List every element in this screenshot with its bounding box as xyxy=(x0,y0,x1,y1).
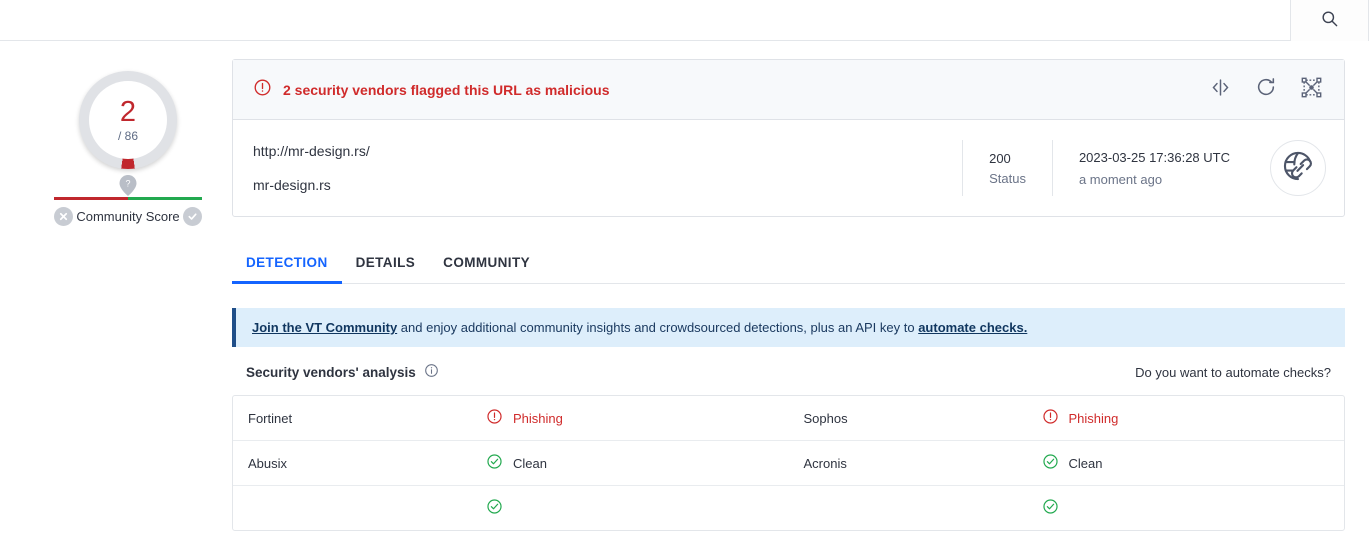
detection-gauge: 2 / 86 xyxy=(79,71,177,169)
malicious-icon xyxy=(1042,408,1059,428)
status-label: Status xyxy=(989,170,1026,186)
community-score-label: Community Score xyxy=(76,209,180,224)
exclamation-circle-icon xyxy=(253,78,272,102)
vendor-result-cell xyxy=(789,486,1345,530)
vendor-verdict: Phishing xyxy=(1042,408,1119,428)
vendor-result-cell: Abusix Clean xyxy=(233,441,789,485)
clean-icon xyxy=(486,453,503,473)
clean-icon xyxy=(1042,498,1059,518)
vendor-name: Abusix xyxy=(248,455,288,471)
globe-link-icon xyxy=(1281,149,1315,188)
community-score: ? Community Score xyxy=(54,175,202,226)
table-row: Fortinet Phishing Sophos Phishing xyxy=(233,396,1344,441)
table-row xyxy=(233,486,1344,530)
community-downvote-button[interactable] xyxy=(54,207,73,226)
community-score-positive-range xyxy=(128,197,202,200)
vendor-result-cell: Sophos Phishing xyxy=(789,396,1345,440)
vendor-verdict: Clean xyxy=(486,453,547,473)
malicious-icon xyxy=(486,408,503,428)
section-tabs: DETECTION DETAILS COMMUNITY xyxy=(232,245,1345,284)
top-navigation-bar xyxy=(0,0,1369,41)
community-score-negative-range xyxy=(54,197,128,200)
scan-date: 2023-03-25 17:36:28 UTC xyxy=(1078,149,1230,165)
reanalyze-icon[interactable] xyxy=(1255,76,1277,103)
info-icon[interactable] xyxy=(424,363,439,381)
tab-detection[interactable]: DETECTION xyxy=(232,245,342,284)
verdict-label: Clean xyxy=(513,455,547,471)
scan-relative-time: a moment ago xyxy=(1078,171,1163,187)
vendor-name: Sophos xyxy=(803,410,848,426)
target-url: http://mr-design.rs/ xyxy=(253,143,370,159)
vendors-title-text: Security vendors' analysis xyxy=(246,364,416,380)
table-row: Abusix Clean Acronis Clean xyxy=(233,441,1344,486)
automate-checks-link[interactable]: automate checks. xyxy=(918,320,1027,335)
community-upvote-button[interactable] xyxy=(183,207,202,226)
community-score-marker-icon: ? xyxy=(119,175,137,196)
scan-timestamp: 2023-03-25 17:36:28 UTC a moment ago xyxy=(1053,150,1256,187)
vendor-verdict xyxy=(486,498,513,518)
target-domain: mr-design.rs xyxy=(253,177,331,193)
security-vendors-table: Fortinet Phishing Sophos Phishing Abusix… xyxy=(232,395,1345,531)
vendor-result-cell: Fortinet Phishing xyxy=(233,396,789,440)
verdict-label: Phishing xyxy=(1068,410,1119,426)
vendor-verdict xyxy=(1042,498,1069,518)
scan-summary-card: 2 security vendors flagged this URL as m… xyxy=(232,59,1345,217)
verdict-label: Clean xyxy=(1068,455,1103,471)
detection-total: / 86 xyxy=(117,129,138,143)
vendor-name: Acronis xyxy=(803,455,847,471)
search-button[interactable] xyxy=(1290,0,1369,41)
vendor-verdict: Clean xyxy=(1042,453,1103,473)
vendor-verdict: Phishing xyxy=(486,408,563,428)
main-column: 2 security vendors flagged this URL as m… xyxy=(232,59,1345,531)
community-join-banner: Join the VT Community and enjoy addition… xyxy=(232,308,1345,347)
search-icon xyxy=(1320,9,1339,33)
clean-icon xyxy=(486,498,503,518)
scan-target-details: http://mr-design.rs/ mr-design.rs 200 St… xyxy=(233,120,1344,216)
tab-community[interactable]: COMMUNITY xyxy=(429,245,544,284)
http-status: 200 Status xyxy=(963,151,1052,186)
vendor-result-cell: Acronis Clean xyxy=(789,441,1345,485)
svg-text:?: ? xyxy=(125,179,130,189)
automate-checks-prompt[interactable]: Do you want to automate checks? xyxy=(1135,365,1331,380)
graph-icon[interactable] xyxy=(1301,77,1322,103)
join-community-link[interactable]: Join the VT Community xyxy=(252,320,397,335)
vendor-name: Fortinet xyxy=(248,410,293,426)
detection-score-panel: 2 / 86 ? Community Score xyxy=(24,59,232,531)
vendors-section-header: Security vendors' analysis Do you want t… xyxy=(232,347,1345,395)
alert-message: 2 security vendors flagged this URL as m… xyxy=(283,81,610,98)
tab-details[interactable]: DETAILS xyxy=(342,245,430,284)
gauge-center: 2 / 86 xyxy=(89,81,167,159)
detection-count: 2 xyxy=(119,96,137,128)
verdict-label: Phishing xyxy=(513,410,563,426)
community-score-bar xyxy=(54,197,202,200)
malicious-alert-bar: 2 security vendors flagged this URL as m… xyxy=(233,60,1344,120)
avatar xyxy=(1270,140,1326,196)
status-value: 200 xyxy=(989,150,1011,166)
compare-icon[interactable] xyxy=(1210,77,1231,103)
vendor-result-cell xyxy=(233,486,789,530)
banner-text: and enjoy additional community insights … xyxy=(397,320,919,335)
clean-icon xyxy=(1042,453,1059,473)
page-content: 2 / 86 ? Community Score 2 security vend… xyxy=(0,41,1369,531)
